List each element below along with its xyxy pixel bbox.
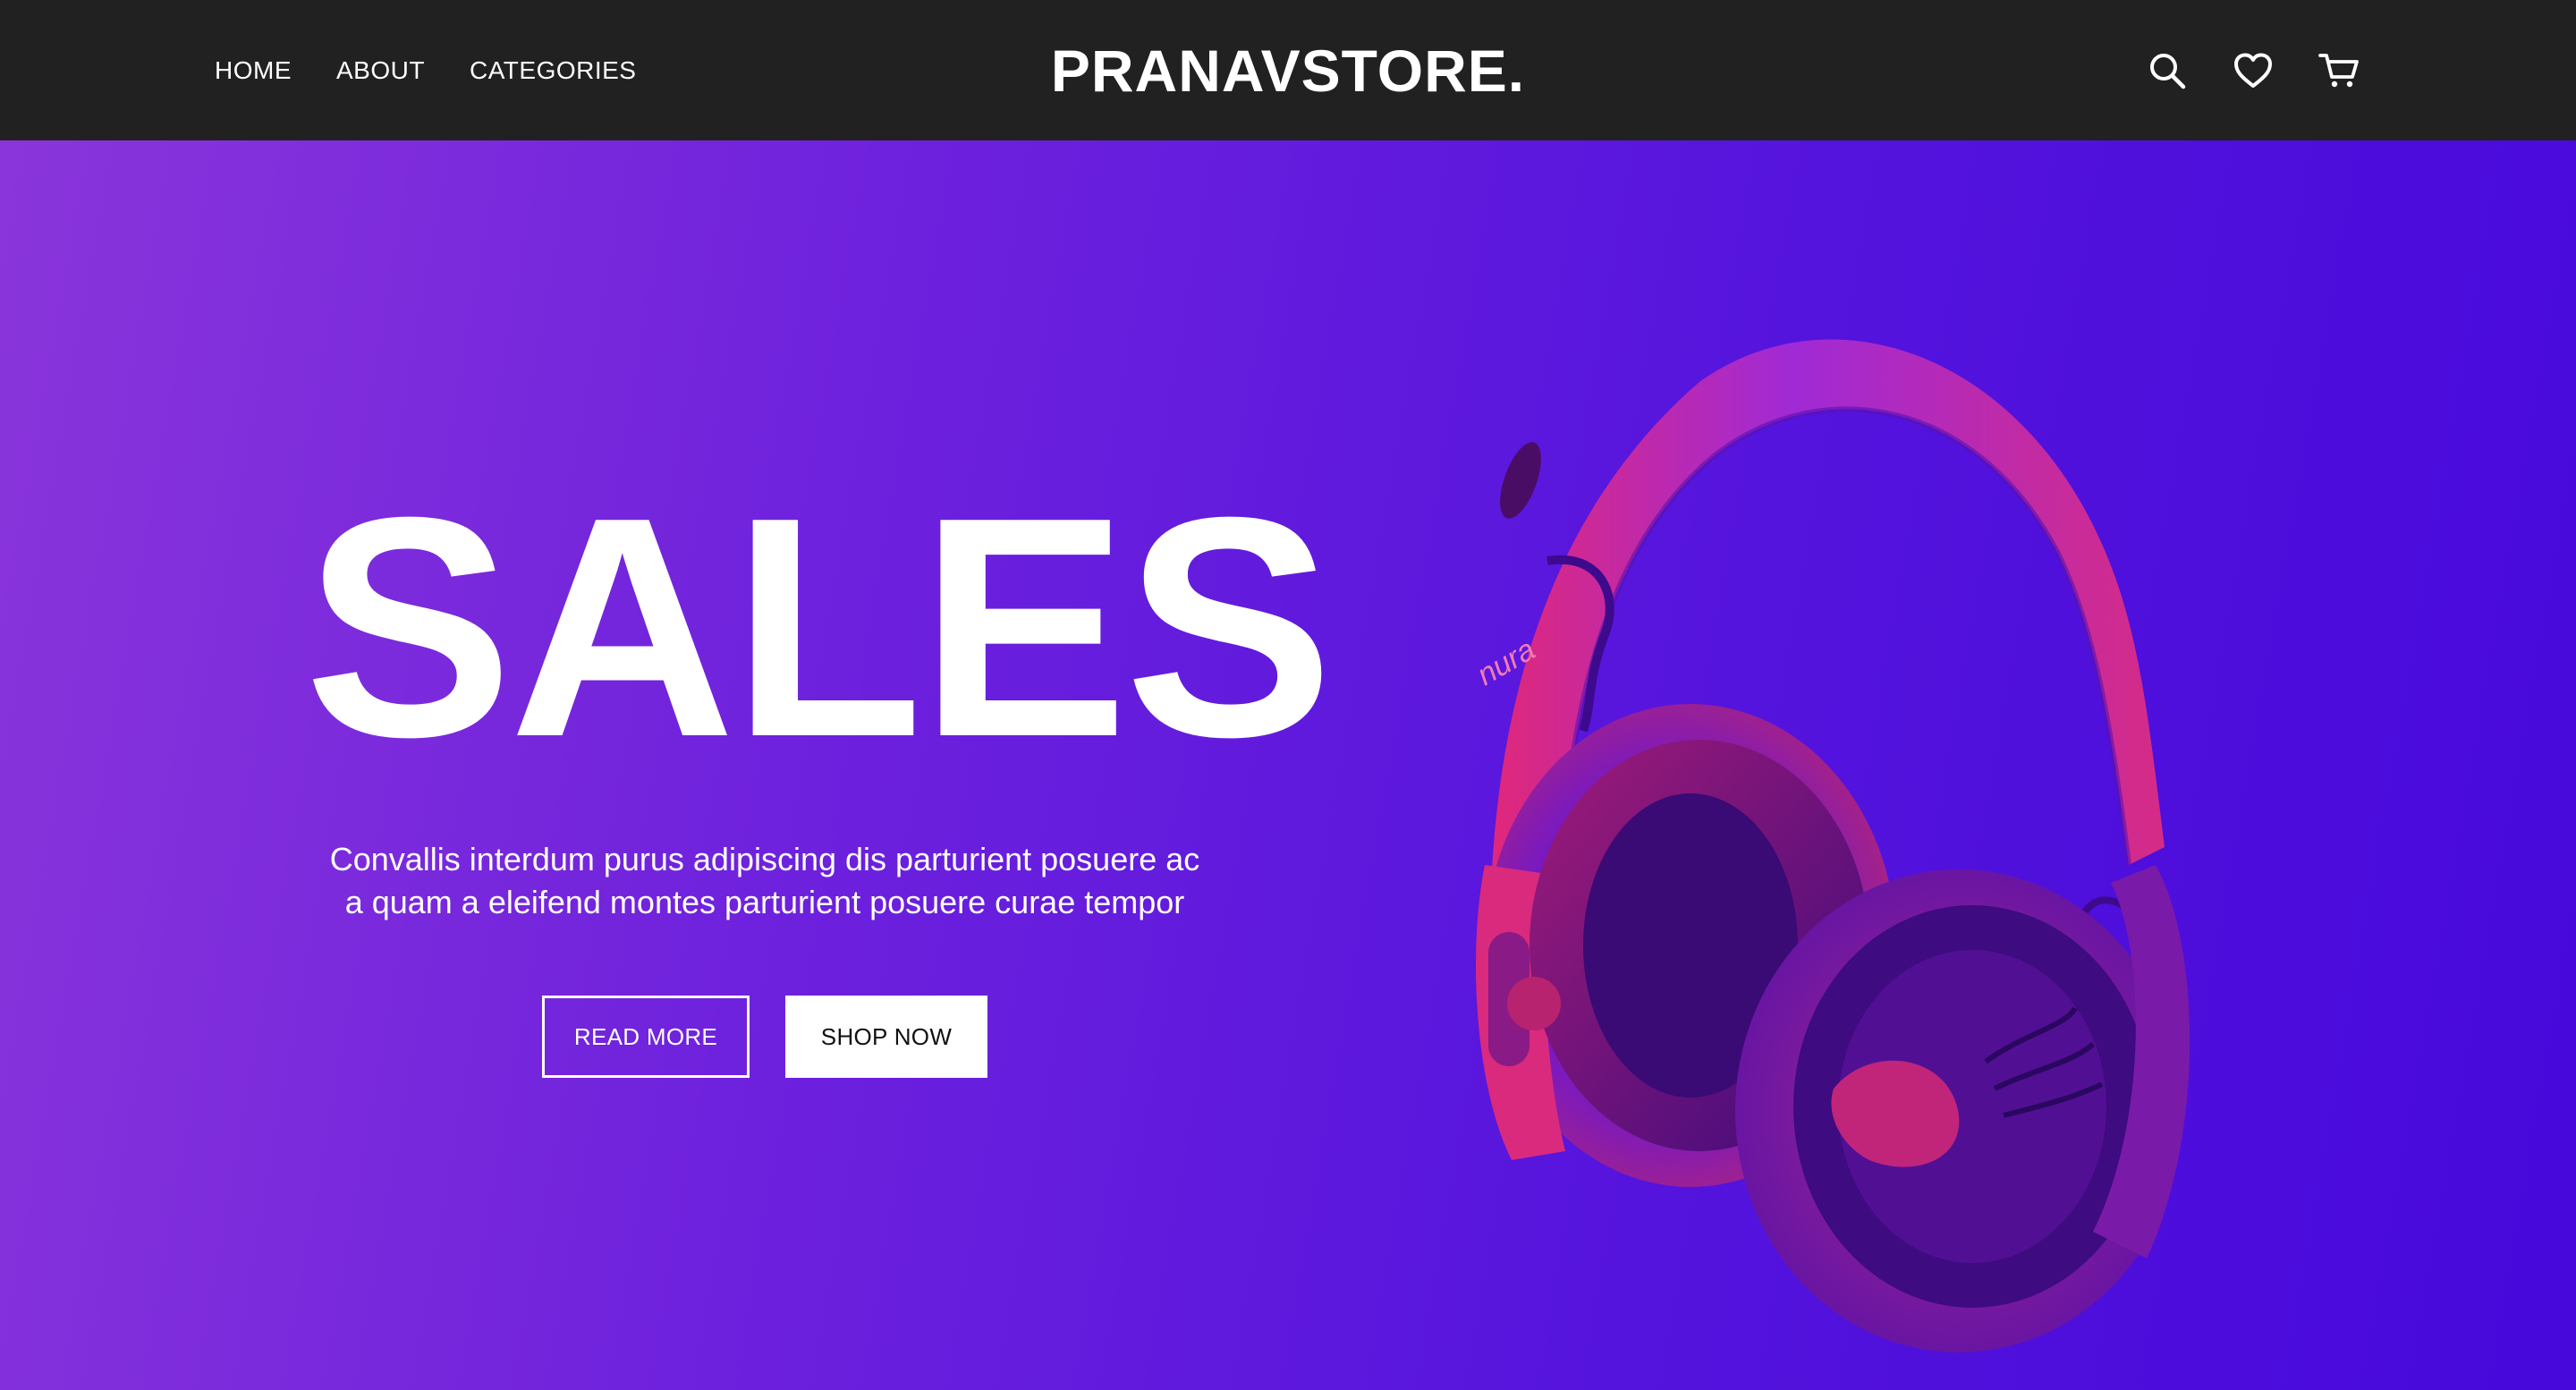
read-more-button[interactable]: READ MORE bbox=[542, 996, 750, 1078]
cart-icon[interactable] bbox=[2318, 50, 2360, 91]
hero-banner: SALES Convallis interdum purus adipiscin… bbox=[0, 140, 2576, 1390]
page: HOME ABOUT CATEGORIES PRANAVSTORE. SALES… bbox=[0, 0, 2576, 1390]
hero-description: Convallis interdum purus adipiscing dis … bbox=[329, 841, 1200, 920]
hero-content: SALES Convallis interdum purus adipiscin… bbox=[304, 453, 1334, 1078]
hero-buttons: READ MORE SHOP NOW bbox=[304, 996, 1225, 1078]
headphones-image: nura bbox=[1471, 339, 2190, 1352]
top-navbar: HOME ABOUT CATEGORIES PRANAVSTORE. bbox=[0, 0, 2576, 140]
heart-icon[interactable] bbox=[2233, 50, 2274, 91]
brand-logo[interactable]: PRANAVSTORE. bbox=[1051, 37, 1525, 105]
nav-link-categories[interactable]: CATEGORIES bbox=[470, 56, 637, 85]
hero-title: SALES bbox=[304, 453, 1334, 802]
main-nav: HOME ABOUT CATEGORIES bbox=[215, 0, 636, 140]
nav-link-home[interactable]: HOME bbox=[215, 56, 292, 85]
search-icon[interactable] bbox=[2147, 50, 2188, 91]
shop-now-button[interactable]: SHOP NOW bbox=[785, 996, 987, 1078]
nav-icons bbox=[2147, 0, 2360, 140]
nav-link-about[interactable]: ABOUT bbox=[336, 56, 425, 85]
